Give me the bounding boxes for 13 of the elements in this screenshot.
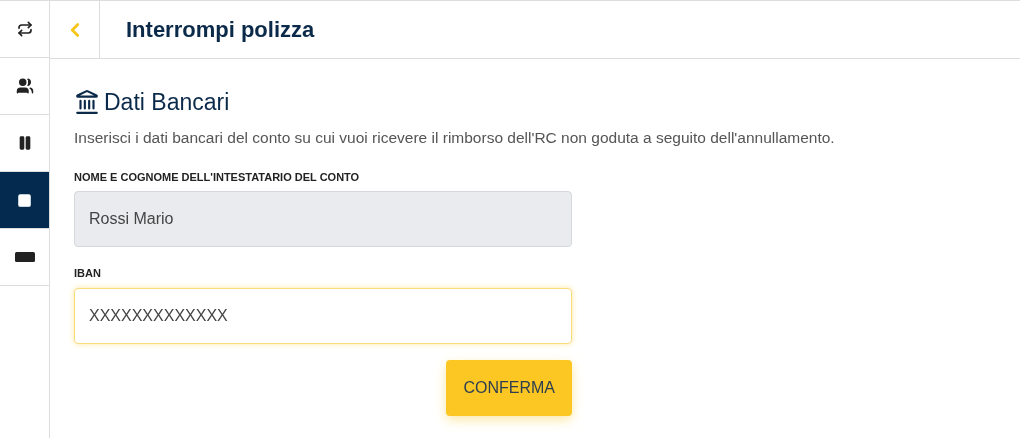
confirm-button[interactable]: CONFERMA	[446, 359, 572, 416]
field-label: NOME E COGNOME DELL'INTESTATARIO DEL CONTO	[74, 169, 361, 185]
page-title: Interrompi polizza	[126, 16, 315, 44]
bar-icon	[14, 252, 35, 262]
bank-icon	[74, 89, 100, 116]
input-field[interactable]: XXXXXXXXXXXXX	[74, 287, 572, 344]
section-title: Dati Bancari	[104, 88, 230, 117]
stop-icon	[17, 192, 32, 208]
section-description: Inserisci i dati bancari del conto su cui vuoi ricevere il rimborso dell'RC non goduta a seguito dell'annullamento.	[74, 127, 836, 148]
field-label: IBAN	[74, 266, 102, 282]
sidebar-item[interactable]	[0, 172, 49, 229]
users-icon	[15, 77, 34, 95]
repeat-icon	[16, 21, 33, 37]
